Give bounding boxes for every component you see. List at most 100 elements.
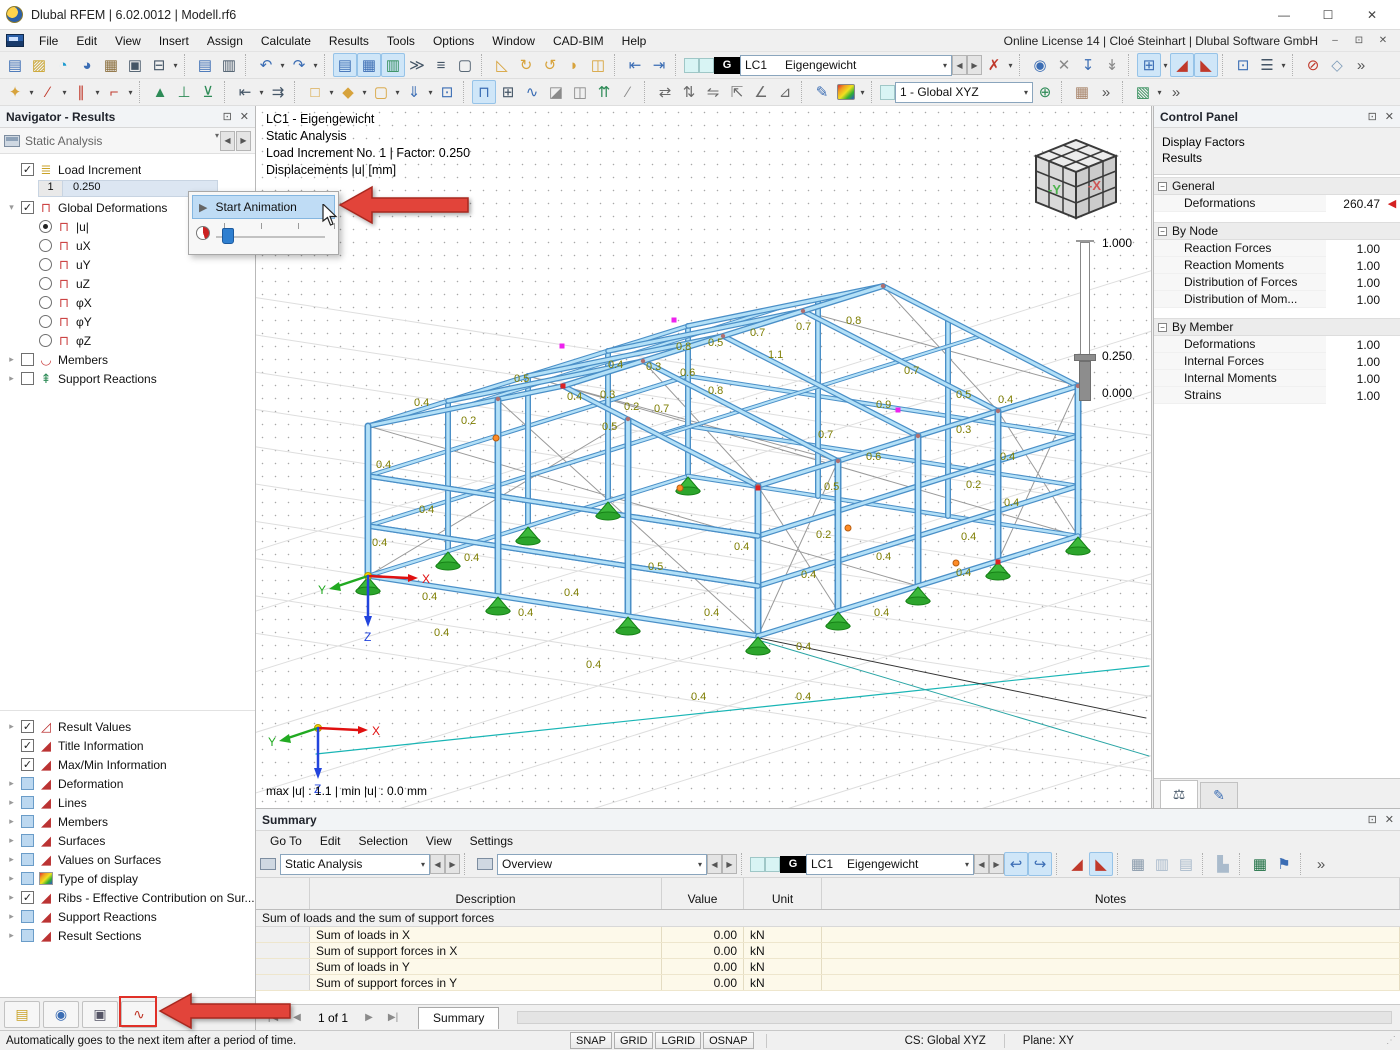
checkbox[interactable]: ✓ xyxy=(21,739,34,752)
checkbox[interactable]: ✓ xyxy=(21,891,34,904)
checkbox[interactable] xyxy=(21,929,34,942)
printout-report-icon[interactable]: ▤ xyxy=(193,53,217,77)
cube-view-icon[interactable]: ◫ xyxy=(568,80,592,104)
table-view-full-icon[interactable]: ▦ xyxy=(1126,852,1150,876)
display-option-lines[interactable]: ▸◢Lines xyxy=(2,793,255,812)
navigator-close-icon[interactable]: ✕ xyxy=(240,110,249,123)
tree-item-uy[interactable]: ⊓uY xyxy=(2,255,255,274)
radio-button[interactable] xyxy=(39,239,52,252)
dimension-tool-x-dropdown-icon[interactable]: ▾ xyxy=(257,88,266,97)
radio-button[interactable] xyxy=(39,315,52,328)
factor-value[interactable]: 1.00 xyxy=(1326,257,1384,274)
scale-slider-handle[interactable] xyxy=(1074,354,1096,361)
rotate-copy-icon[interactable]: ⇅ xyxy=(677,80,701,104)
factor-row-internal-forces[interactable]: Internal Forces1.00 xyxy=(1154,353,1400,370)
factor-row-internal-moments[interactable]: Internal Moments1.00 xyxy=(1154,370,1400,387)
values-xxx-icon[interactable]: ✕ xyxy=(1052,53,1076,77)
navigation-cube[interactable]: -Y -X xyxy=(1024,132,1128,224)
control-panel-close-icon[interactable]: ✕ xyxy=(1385,110,1394,123)
view-filter-dropdown-icon[interactable]: ▾ xyxy=(1155,88,1164,97)
trim-tool-icon[interactable]: ∠ xyxy=(749,80,773,104)
speed-slider-handle[interactable] xyxy=(222,228,234,244)
collapse-icon[interactable]: − xyxy=(1158,182,1167,191)
calculator-icon[interactable]: ☰ xyxy=(1255,53,1279,77)
grid-values-icon[interactable]: ⊞ xyxy=(1137,53,1161,77)
new-line-icon[interactable]: ∕ xyxy=(36,80,60,104)
expander-icon[interactable]: ▸ xyxy=(6,373,17,384)
display-option-max-min-information[interactable]: ✓◢Max/Min Information xyxy=(2,755,255,774)
factor-group-general[interactable]: −General xyxy=(1154,177,1400,195)
load-case-prev-button[interactable]: ◀ xyxy=(952,55,967,75)
analysis-type-combo[interactable]: Static Analysis ▾ ◀ ▶ xyxy=(0,128,255,154)
checkbox[interactable] xyxy=(21,372,34,385)
new-opening-dropdown-icon[interactable]: ▾ xyxy=(393,88,402,97)
goto-previous-result-icon[interactable]: ↩ xyxy=(1004,852,1028,876)
redo-dropdown-icon[interactable]: ▾ xyxy=(311,61,320,70)
new-polyline-icon[interactable]: ⌐ xyxy=(102,80,126,104)
factor-row-strains[interactable]: Strains1.00 xyxy=(1154,387,1400,404)
new-load-icon[interactable]: ⇓ xyxy=(402,80,426,104)
radio-button[interactable] xyxy=(39,277,52,290)
cs-manager-icon[interactable]: ⊕ xyxy=(1033,80,1057,104)
factor-row-distribution-of-forces[interactable]: Distribution of Forces1.00 xyxy=(1154,274,1400,291)
overflow-row2a-icon[interactable]: » xyxy=(1094,80,1118,104)
animation-frames-icon[interactable]: ⊞ xyxy=(496,80,520,104)
tree-item--x[interactable]: ⊓φX xyxy=(2,293,255,312)
summary-sheet-tab[interactable]: Summary xyxy=(418,1007,499,1029)
menu-options[interactable]: Options xyxy=(424,32,483,50)
radio-button[interactable] xyxy=(39,220,52,233)
spiral-tool-icon[interactable]: ↺ xyxy=(538,53,562,77)
result-diagram-eye-icon[interactable]: ◢ xyxy=(1170,53,1194,77)
summary-analysis-combo[interactable]: Static Analysis▾ xyxy=(280,854,430,875)
factor-value[interactable]: 1.00 xyxy=(1326,336,1384,353)
work-plane-status[interactable]: Plane: XY xyxy=(1015,1035,1082,1047)
factor-row-reaction-moments[interactable]: Reaction Moments1.00 xyxy=(1154,257,1400,274)
summary-menu-selection[interactable]: Selection xyxy=(351,833,416,849)
snap-toggle-snap[interactable]: SNAP xyxy=(570,1032,612,1049)
dimension-xx-icon[interactable]: ⇥ xyxy=(647,53,671,77)
collapse-icon[interactable]: − xyxy=(1158,323,1167,332)
tree-item-load-increment[interactable]: ✓≣Load Increment xyxy=(2,160,255,179)
menu-cad-bim[interactable]: CAD-BIM xyxy=(544,32,613,50)
block-tool-icon[interactable]: ◫ xyxy=(586,53,610,77)
snap-toggle-grid[interactable]: GRID xyxy=(614,1032,654,1049)
load-case-combo[interactable]: LC1 Eigengewicht ▾ xyxy=(740,55,952,76)
display-option-type-of-display[interactable]: ▸Type of display xyxy=(2,869,255,888)
mdi-minimize-button[interactable]: – xyxy=(1324,33,1346,49)
chart-columns-icon[interactable]: ▙ xyxy=(1211,852,1235,876)
balance-tab-icon[interactable]: ⚖ xyxy=(1160,780,1198,808)
color-scale-dropdown-icon[interactable]: ▾ xyxy=(858,88,867,97)
open-model-icon[interactable]: ▨ xyxy=(27,53,51,77)
close-button[interactable]: ✕ xyxy=(1350,1,1394,29)
resize-grip[interactable]: ⋰ xyxy=(1386,1035,1400,1046)
factor-value[interactable]: 1.00 xyxy=(1326,240,1384,257)
factor-value[interactable]: 1.00 xyxy=(1326,370,1384,387)
factor-row-distribution-of-mom-[interactable]: Distribution of Mom...1.00 xyxy=(1154,291,1400,308)
new-model-icon[interactable]: ▤ xyxy=(3,53,27,77)
load-case-next-button[interactable]: ▶ xyxy=(967,55,982,75)
project-copy-icon[interactable]: ⇱ xyxy=(725,80,749,104)
display-option-ribs-effective-contribution-on-sur-[interactable]: ▸✓◢Ribs - Effective Contribution on Sur.… xyxy=(2,888,255,907)
filter-results-dropdown-icon[interactable]: ▾ xyxy=(1006,61,1015,70)
new-opening-icon[interactable]: ▢ xyxy=(369,80,393,104)
save-icon[interactable]: ▣ xyxy=(123,53,147,77)
table-row[interactable]: Sum of support forces in X0.00kN xyxy=(256,943,1400,959)
new-solid-icon[interactable]: ◆ xyxy=(336,80,360,104)
checkbox[interactable] xyxy=(21,353,34,366)
speed-slider[interactable] xyxy=(216,219,331,247)
filter-flag-icon[interactable]: ⚑ xyxy=(1272,852,1296,876)
factor-value[interactable]: 1.00 xyxy=(1326,291,1384,308)
zoom-cancel-icon[interactable]: ⊘ xyxy=(1301,53,1325,77)
script-editor-icon[interactable]: ≡ xyxy=(429,53,453,77)
menu-results[interactable]: Results xyxy=(320,32,378,50)
overflow-summary-icon[interactable]: » xyxy=(1309,852,1333,876)
mdi-close-button[interactable]: ✕ xyxy=(1372,33,1394,49)
print-icon[interactable]: ⊟ xyxy=(147,53,171,77)
expander-icon[interactable]: ▸ xyxy=(6,354,17,365)
magic-wand-icon[interactable]: ✎ xyxy=(810,80,834,104)
factor-row-reaction-forces[interactable]: Reaction Forces1.00 xyxy=(1154,240,1400,257)
maximize-button[interactable]: ☐ xyxy=(1306,1,1350,29)
values-on-nodes-icon[interactable]: ◉ xyxy=(1028,53,1052,77)
camera-tab-icon[interactable]: ▣ xyxy=(82,1001,118,1028)
navigator-float-icon[interactable]: ⊡ xyxy=(223,110,232,123)
